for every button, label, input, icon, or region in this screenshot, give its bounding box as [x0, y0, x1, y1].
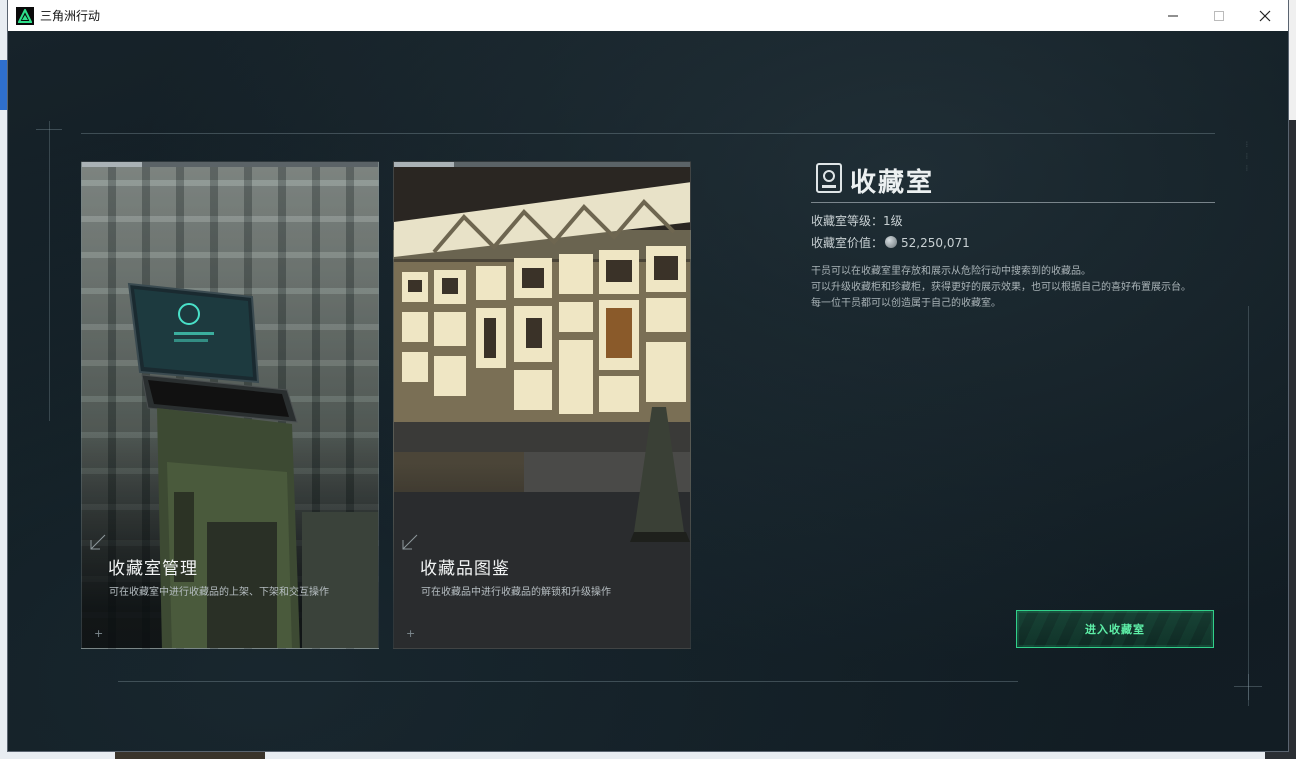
frame-bottom-line	[118, 681, 1018, 682]
frame-corner-mark-br-v	[1248, 674, 1249, 700]
decorative-vertical-text: ⋯ ⋯ ⋯	[1243, 141, 1250, 173]
room-worth: 收藏室价值： 52,250,071	[811, 234, 970, 251]
maximize-icon	[1214, 10, 1224, 21]
room-worth-value: 52,250,071	[901, 236, 970, 250]
title-bar[interactable]: 三角洲行动	[8, 0, 1288, 31]
room-level: 收藏室等级：1级	[811, 212, 903, 229]
card-title: 收藏室管理	[108, 559, 198, 579]
description-line: 干员可以在收藏室里存放和展示从危险行动中搜索到的收藏品。	[811, 266, 1091, 277]
close-button[interactable]	[1242, 0, 1288, 31]
collection-room-management-card[interactable]: 收藏室管理 可在收藏室中进行收藏品的上架、下架和交互操作 +	[81, 161, 379, 649]
minimize-button[interactable]	[1150, 0, 1196, 31]
title-divider	[811, 202, 1215, 203]
collection-catalog-card[interactable]: 收藏品图鉴 可在收藏品中进行收藏品的解锁和升级操作 +	[393, 161, 691, 649]
room-worth-label: 收藏室价值：	[811, 236, 884, 250]
coin-icon	[885, 236, 898, 248]
room-description: 干员可以在收藏室里存放和展示从危险行动中搜索到的收藏品。 可以升级收藏柜和珍藏柜…	[811, 264, 1216, 312]
enter-collection-room-button[interactable]: 进入收藏室	[1016, 610, 1214, 648]
expand-corner-icon	[402, 534, 418, 550]
collection-room-screen: ⋯ ⋯ ⋯ 收藏室管理 可在收藏室中进行收藏品的上架、下架和交互操作 + 收藏品…	[8, 31, 1288, 751]
frame-left-line	[49, 121, 50, 421]
description-line: 每一位干员都可以创造属于自己的收藏室。	[811, 298, 1001, 309]
card-title: 收藏品图鉴	[420, 559, 510, 579]
expand-corner-icon	[90, 534, 106, 550]
app-logo-icon	[16, 6, 34, 25]
desktop-background-bottom	[0, 751, 1296, 759]
minimize-icon	[1168, 15, 1178, 16]
room-level-label: 收藏室等级：	[811, 214, 884, 228]
frame-top-line	[81, 133, 1215, 134]
description-line: 可以升级收藏柜和珍藏柜，获得更好的展示效果，也可以根据自己的喜好布置展示台。	[811, 282, 1191, 293]
collection-room-icon	[816, 163, 842, 193]
card-description: 可在收藏品中进行收藏品的解锁和升级操作	[421, 587, 611, 598]
page-title: 收藏室	[850, 168, 935, 198]
desktop-background-left	[0, 0, 8, 759]
room-level-value: 1级	[883, 214, 903, 228]
card-description: 可在收藏室中进行收藏品的上架、下架和交互操作	[109, 587, 329, 598]
maximize-button[interactable]	[1196, 0, 1242, 31]
desktop-background-right	[1288, 0, 1296, 759]
frame-right-line	[1248, 306, 1249, 706]
plus-icon: +	[406, 627, 416, 640]
close-icon	[1259, 10, 1271, 21]
plus-icon: +	[94, 627, 104, 640]
window-title: 三角洲行动	[40, 9, 101, 23]
enter-button-label: 进入收藏室	[1085, 623, 1145, 636]
app-window: 三角洲行动 ⋯ ⋯ ⋯ 收藏室管理 可在收藏室中进行收藏品的上架、下架和交互操作…	[8, 0, 1288, 751]
